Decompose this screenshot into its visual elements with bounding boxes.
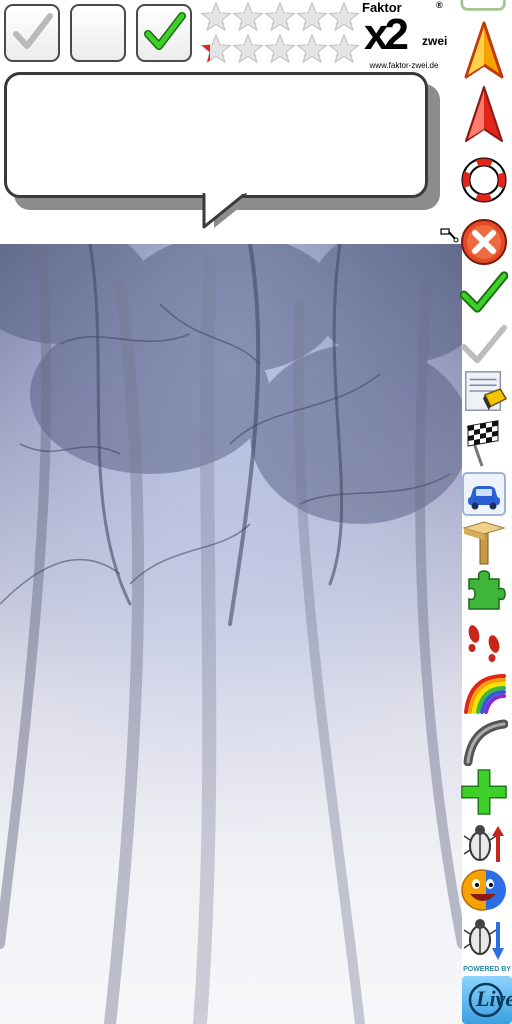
toolbar-footprints[interactable] [460, 620, 508, 668]
toolbar-car[interactable] [460, 470, 508, 518]
toolbar-beetle-up[interactable] [460, 818, 508, 866]
close-icon [461, 219, 507, 265]
checkbox-disabled-checked[interactable] [4, 4, 60, 62]
toolbar-navigation-orange[interactable] [460, 20, 508, 82]
toolbar-gray-road[interactable] [460, 718, 508, 766]
star-icon[interactable] [264, 34, 296, 64]
text-field-icon [460, 0, 506, 11]
star-icon[interactable] [328, 34, 360, 64]
checkbox-unchecked[interactable] [70, 4, 126, 62]
forest-background-image [0, 244, 462, 1024]
powered-by-label: POWERED BY [463, 966, 511, 973]
signpost-icon [462, 521, 506, 565]
navigation-arrow-orange-icon [464, 21, 504, 79]
toolbar-beetle-down[interactable] [460, 916, 508, 964]
checkmark-green-icon [144, 12, 186, 50]
beetle-down-icon [463, 919, 504, 960]
toolbar-finish-flag[interactable] [460, 420, 508, 468]
gray-road-icon [463, 719, 508, 766]
faktor-zwei-logo: Faktor x2 zwei ® www.faktor-zwei.de [362, 0, 448, 72]
live-brand-badge[interactable]: Live [462, 976, 512, 1024]
checkmark-green-icon [460, 271, 508, 313]
rainbow-icon [464, 674, 506, 714]
star-icon[interactable] [232, 2, 264, 32]
logo-mark: x2 [364, 10, 409, 59]
toolbar-navigation-red[interactable] [460, 84, 508, 146]
live-brand-text: Live [476, 986, 512, 1011]
toolbar-add[interactable] [460, 768, 508, 816]
star-rating-1[interactable] [200, 2, 360, 32]
star-icon[interactable] [328, 2, 360, 32]
toolbar-signpost[interactable] [460, 518, 508, 566]
toolbar-rainbow[interactable] [460, 668, 508, 716]
toolbar-lifebuoy[interactable] [460, 156, 508, 204]
toolbar-smiley[interactable] [460, 866, 508, 914]
star-icon[interactable] [296, 34, 328, 64]
speech-bubble-text [7, 75, 425, 99]
checkmark-gray-icon [460, 324, 508, 364]
checkered-flag-icon [466, 420, 499, 467]
car-icon [462, 472, 506, 516]
toolbar-accept[interactable] [460, 268, 508, 316]
puzzle-piece-icon [468, 570, 506, 610]
logo-url: www.faktor-zwei.de [369, 61, 439, 70]
toolbar-puzzle[interactable] [460, 566, 508, 614]
toolbar-notebook-eraser[interactable] [460, 368, 508, 416]
beetle-up-icon [463, 825, 504, 862]
speech-bubble[interactable] [4, 72, 428, 198]
toolbar-close[interactable] [460, 218, 508, 266]
navigation-arrow-red-icon [465, 86, 503, 142]
checkmark-gray-icon [13, 13, 53, 49]
star-icon[interactable] [232, 34, 264, 64]
right-toolbar [456, 0, 512, 1024]
toolbar-accept-disabled[interactable] [460, 320, 508, 368]
registered-mark: ® [436, 0, 443, 10]
star-icon[interactable] [264, 2, 296, 32]
star-rating-2[interactable] [200, 34, 360, 64]
footprints-icon [468, 625, 500, 662]
logo-word-zwei: zwei [422, 34, 448, 48]
plus-icon [461, 769, 507, 815]
smiley-icon [461, 869, 506, 911]
checkbox-checked[interactable] [136, 4, 192, 62]
star-icon[interactable] [296, 2, 328, 32]
lifebuoy-icon [461, 157, 507, 203]
toolbar-text-field[interactable] [460, 0, 508, 14]
speech-bubble-tail [202, 193, 247, 229]
star-icon[interactable] [200, 2, 232, 32]
notebook-eraser-icon [465, 371, 508, 411]
